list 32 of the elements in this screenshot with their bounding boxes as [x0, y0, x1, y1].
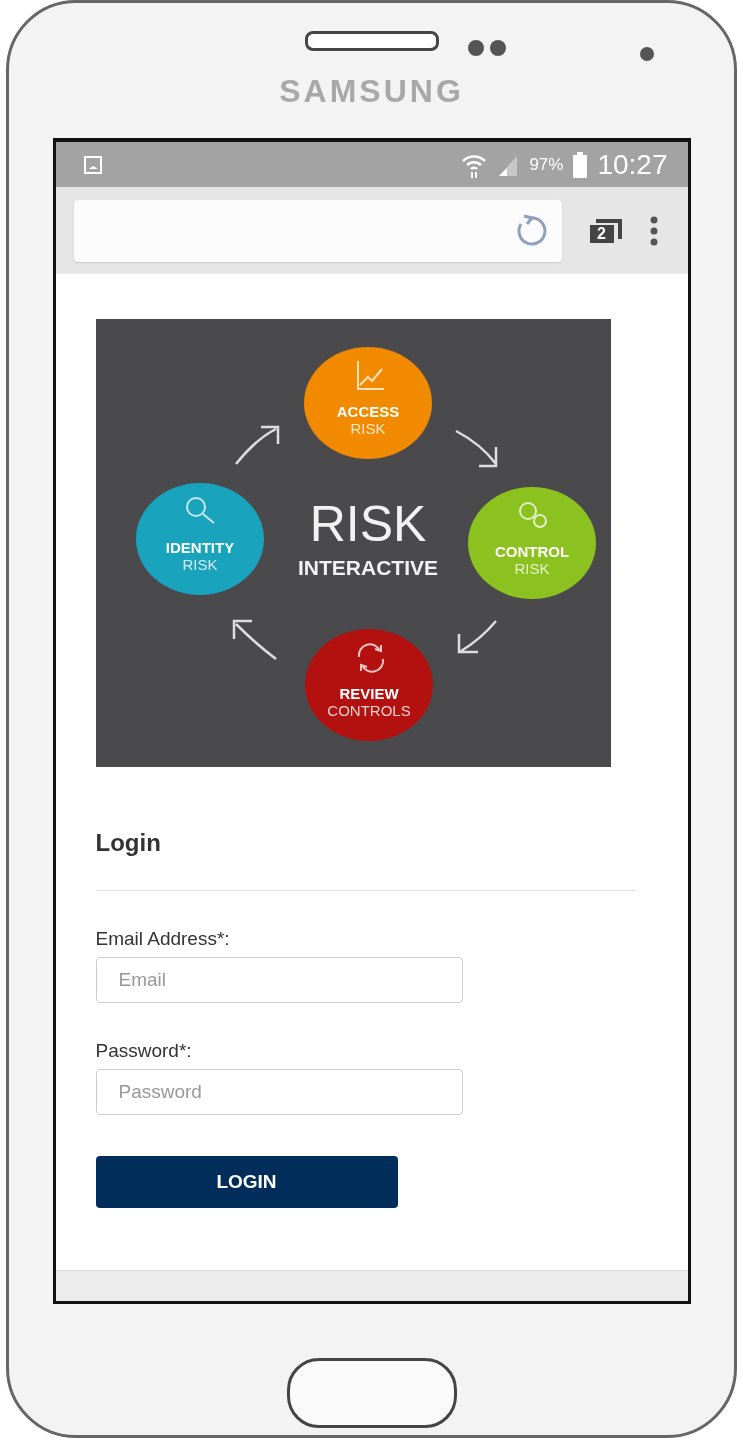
- circular-arrows-icon: [357, 643, 384, 673]
- badge-subtitle: CONTROLS: [326, 702, 411, 719]
- badge-title: IDENTITY: [165, 539, 234, 556]
- infographic-subtitle: INTERACTIVE: [297, 556, 438, 579]
- curved-arrow: [457, 619, 497, 654]
- badge-subtitle: RISK: [350, 420, 385, 437]
- line-chart-icon: [356, 360, 385, 390]
- front-camera: [640, 47, 654, 61]
- battery-percentage: 97%: [529, 154, 564, 175]
- overflow-menu-icon[interactable]: [649, 215, 658, 246]
- infographic-title: RISK: [309, 496, 426, 552]
- image-notification-icon: [83, 155, 102, 174]
- home-button[interactable]: [286, 1358, 457, 1428]
- sensors-icon: [467, 39, 509, 57]
- badge-title: CONTROL: [494, 543, 569, 560]
- curved-arrow: [232, 619, 277, 661]
- battery-icon: [573, 151, 588, 178]
- badge-title: ACCESS: [336, 403, 399, 420]
- field-label: Email Address*:: [95, 928, 231, 950]
- clock-time: 10:27: [597, 148, 668, 181]
- input-field[interactable]: Password: [95, 1069, 463, 1115]
- field-label: Password*:: [95, 1040, 193, 1062]
- badge-subtitle: RISK: [182, 556, 217, 573]
- curved-arrow: [234, 425, 279, 466]
- magnifier-icon: [185, 497, 215, 524]
- curved-arrow: [454, 429, 497, 468]
- login-heading: Login: [95, 828, 162, 858]
- badge-title: REVIEW: [338, 685, 399, 702]
- input-field[interactable]: Email: [95, 957, 463, 1003]
- device-brand: SAMSUNG: [279, 73, 464, 110]
- login-button[interactable]: LOGIN: [95, 1156, 398, 1208]
- badge-subtitle: RISK: [514, 560, 549, 577]
